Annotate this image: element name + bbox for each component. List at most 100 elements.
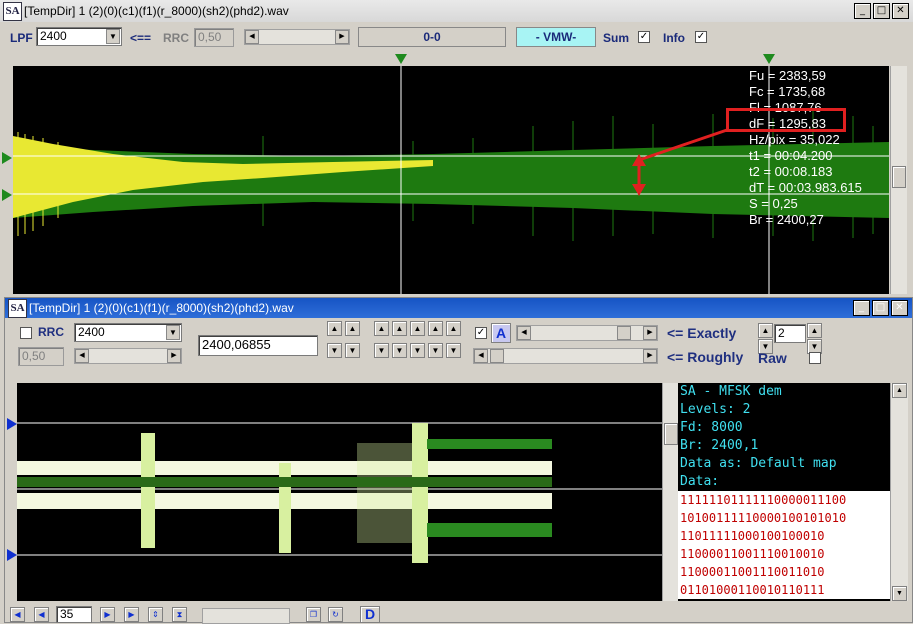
panel-line: Data: — [680, 474, 720, 489]
panel-vscroll[interactable]: ▲ ▼ — [890, 383, 908, 601]
a-checkbox[interactable]: ✓ — [475, 327, 487, 339]
next-page-icon[interactable]: ▶ — [100, 607, 115, 622]
spin-down-icon[interactable]: ▼ — [374, 343, 389, 358]
exact-scrollbar[interactable]: ◀ ▶ — [516, 325, 658, 341]
scroll-right-icon[interactable]: ▶ — [167, 349, 181, 363]
data-bits-line: 10100111110000100101010 — [680, 511, 847, 525]
scroll-left-icon[interactable]: ◀ — [474, 349, 488, 363]
scroll-left-icon[interactable]: ◀ — [75, 349, 89, 363]
spin-down-icon[interactable]: ▼ — [327, 343, 342, 358]
a-button[interactable]: A — [491, 323, 511, 343]
scroll-right-icon[interactable]: ▶ — [643, 349, 657, 363]
range-display: 0-0 — [358, 27, 506, 47]
rrc-rolloff-field[interactable]: 0,50 — [194, 28, 234, 47]
move-updown-icon[interactable]: ⇕ — [148, 607, 163, 622]
close-icon[interactable]: ✕ — [891, 300, 908, 316]
last-page-icon[interactable]: ▶ — [124, 607, 139, 622]
upper-level-marker-icon — [7, 418, 17, 430]
sum-label: Sum — [603, 31, 630, 45]
rolloff-scrollbar[interactable]: ◀ ▶ — [74, 348, 182, 364]
roughly-label: <= Roughly — [667, 349, 744, 365]
spin-up-icon[interactable]: ▲ — [446, 321, 461, 336]
chevron-down-icon[interactable]: ▼ — [106, 29, 120, 44]
spin-down-icon[interactable]: ▼ — [428, 343, 443, 358]
panel-line: Br: 2400,1 — [680, 438, 759, 453]
raw-checkbox[interactable] — [809, 352, 821, 364]
spin-up-icon[interactable]: ▲ — [327, 321, 342, 336]
info-line: Br = 2400,27 — [749, 212, 824, 227]
scroll-thumb[interactable] — [490, 349, 504, 363]
spin-down-icon[interactable]: ▼ — [410, 343, 425, 358]
panel-line: Levels: 2 — [680, 402, 751, 417]
panel-line: Fd: 8000 — [680, 420, 743, 435]
data-bits-line: 11111101111110000011100 — [680, 493, 847, 507]
scroll-thumb[interactable] — [617, 326, 631, 340]
data-bits-line: 11011111000100100010 — [680, 529, 825, 543]
spin-up-icon[interactable]: ▲ — [345, 321, 360, 336]
demod-vscroll[interactable] — [662, 383, 679, 601]
panel-line: Data as: Default map — [680, 456, 837, 471]
prev-page-icon[interactable]: ◀ — [34, 607, 49, 622]
close-icon[interactable]: ✕ — [892, 3, 909, 19]
window1-vscroll[interactable] — [890, 66, 907, 294]
t2-marker-icon — [763, 54, 775, 64]
rrc2-label: RRC — [38, 325, 64, 339]
spin-up-icon[interactable]: ▲ — [410, 321, 425, 336]
rrc-scrollbar[interactable]: ◀ ▶ — [244, 29, 350, 45]
levels-up-icon[interactable]: ▲ — [758, 323, 773, 338]
levels-up-icon[interactable]: ▲ — [807, 323, 822, 338]
spin-up-icon[interactable]: ▲ — [374, 321, 389, 336]
maximize-icon[interactable]: □ — [872, 300, 889, 316]
apply-arrow-label[interactable]: <== — [130, 31, 151, 45]
spin-down-icon[interactable]: ▼ — [392, 343, 407, 358]
spin-up-icon[interactable]: ▲ — [392, 321, 407, 336]
sum-checkbox[interactable]: ✓ — [638, 31, 650, 43]
panel-line: SA - MFSK dem — [680, 384, 782, 399]
rrc-rate-select[interactable]: 2400 ▼ — [74, 323, 182, 342]
fu-marker-icon — [2, 152, 12, 164]
window2-titlebar[interactable]: SA [TempDir] 1 (2)(0)(c1)(f1)(r_8000)(sh… — [5, 298, 912, 318]
data-bits-area[interactable]: 11111101111110000011100 1010011111000010… — [678, 491, 890, 599]
scroll-up-icon[interactable]: ▲ — [892, 383, 907, 398]
spin-down-icon[interactable]: ▼ — [446, 343, 461, 358]
chevron-down-icon[interactable]: ▼ — [166, 325, 180, 340]
spin-up-icon[interactable]: ▲ — [428, 321, 443, 336]
vscroll-thumb[interactable] — [664, 423, 678, 445]
copy-icon[interactable]: ❐ — [306, 607, 321, 622]
app-icon: SA — [8, 299, 27, 318]
info-checkbox[interactable]: ✓ — [695, 31, 707, 43]
baud-rate-field[interactable]: 2400,06855 — [198, 335, 318, 356]
lpf-select[interactable]: 2400 ▼ — [36, 27, 122, 46]
spin-group-1: ▲ ▲ ▼ ▼ — [327, 321, 363, 363]
lpf-label: LPF — [10, 31, 33, 45]
demod-trace — [17, 422, 662, 563]
rolloff-field[interactable]: 0,50 — [18, 347, 64, 366]
d-button[interactable]: D — [360, 606, 380, 623]
vscroll-thumb[interactable] — [892, 166, 906, 188]
first-page-icon[interactable]: ◀ — [10, 607, 25, 622]
mode-badge[interactable]: - VMW- — [516, 27, 596, 47]
minimize-icon[interactable]: _ — [853, 300, 870, 316]
scroll-right-icon[interactable]: ▶ — [335, 30, 349, 44]
lpf-value: 2400 — [40, 29, 67, 43]
refresh-icon[interactable]: ↻ — [328, 607, 343, 622]
fl-marker-icon — [2, 189, 12, 201]
spin-down-icon[interactable]: ▼ — [345, 343, 360, 358]
scroll-right-icon[interactable]: ▶ — [643, 326, 657, 340]
hourglass-icon[interactable]: ⧗ — [172, 607, 187, 622]
rough-scrollbar[interactable]: ◀ ▶ — [473, 348, 658, 364]
scroll-left-icon[interactable]: ◀ — [517, 326, 531, 340]
info-label: Info — [663, 31, 685, 45]
scroll-down-icon[interactable]: ▼ — [892, 586, 907, 601]
app-icon: SA — [3, 2, 22, 21]
raw-label: Raw — [758, 350, 787, 366]
levels-spin-field[interactable]: 2 — [774, 324, 806, 343]
minimize-icon[interactable]: _ — [854, 3, 871, 19]
scroll-left-icon[interactable]: ◀ — [245, 30, 259, 44]
data-bits-line: 11000011001110010010 — [680, 547, 825, 561]
demod-graph[interactable] — [17, 383, 662, 601]
maximize-icon[interactable]: □ — [873, 3, 890, 19]
rrc-checkbox[interactable] — [20, 327, 32, 339]
window1-titlebar[interactable]: SA [TempDir] 1 (2)(0)(c1)(f1)(r_8000)(sh… — [0, 0, 913, 22]
page-field[interactable]: 35 — [56, 606, 92, 623]
